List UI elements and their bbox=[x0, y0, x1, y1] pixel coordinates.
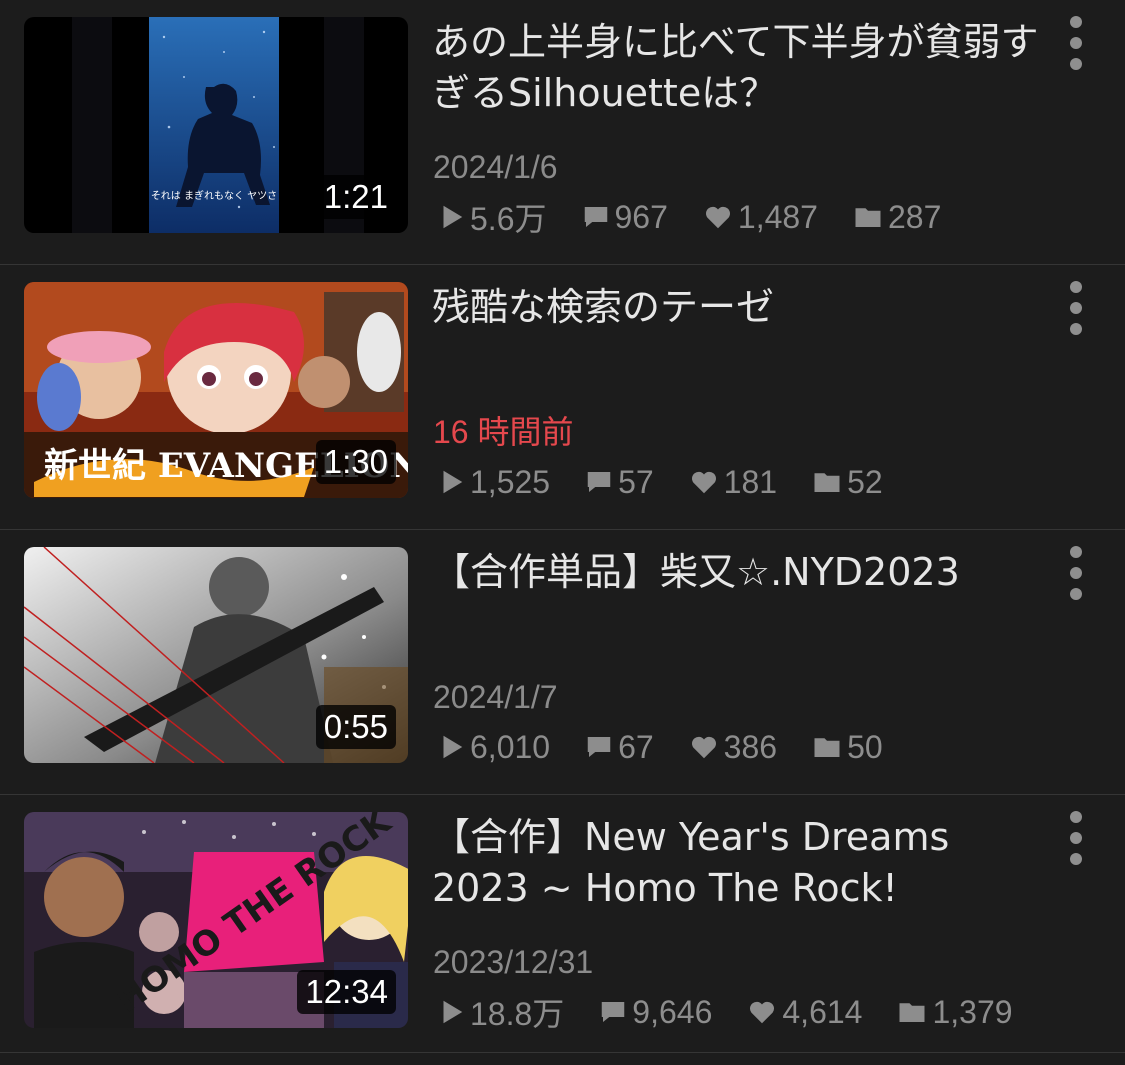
heart-icon bbox=[691, 736, 716, 759]
duration-badge: 1:21 bbox=[315, 175, 396, 219]
folder-icon bbox=[899, 1003, 925, 1022]
upload-date: 2023/12/31 bbox=[433, 944, 594, 980]
folder-icon bbox=[814, 738, 840, 757]
mylist-count-value: 1,379 bbox=[932, 993, 1013, 1030]
video-item[interactable]: 新世紀 EVANGELION 1:30 残酷な検索のテーゼ 16 時間前 1,5… bbox=[0, 265, 1125, 530]
like-count-value: 1,487 bbox=[737, 198, 818, 235]
play-icon bbox=[443, 735, 463, 759]
comment-icon bbox=[587, 737, 611, 757]
view-count: 18.8万 bbox=[436, 989, 564, 1035]
upload-date: 16 時間前 bbox=[433, 414, 574, 450]
view-count-value: 18.8万 bbox=[470, 996, 565, 1032]
more-vert-icon bbox=[1070, 16, 1082, 28]
mylist-count: 287 bbox=[852, 199, 941, 236]
comment-count: 9,646 bbox=[598, 994, 712, 1031]
video-thumbnail[interactable]: 0:55 bbox=[24, 547, 408, 763]
comment-count-value: 9,646 bbox=[632, 993, 713, 1030]
video-title[interactable]: あの上半身に比べて下半身が貧弱すぎるSilhouetteは？ bbox=[432, 17, 1057, 119]
duration-badge: 0:55 bbox=[315, 705, 396, 749]
heart-icon bbox=[691, 471, 716, 494]
video-stats: 6,010 67 386 50 bbox=[436, 726, 917, 768]
mylist-count: 1,379 bbox=[896, 993, 1013, 1031]
thumbnail-caption: それは まぎれもなく ヤツさ bbox=[151, 189, 277, 202]
heart-icon bbox=[705, 206, 730, 229]
upload-date: 2024/1/7 bbox=[433, 679, 558, 715]
video-title[interactable]: 【合作単品】柴又☆.NYD2023 bbox=[432, 547, 1057, 598]
like-count: 4,614 bbox=[746, 994, 862, 1031]
more-options-button[interactable] bbox=[1061, 546, 1091, 600]
comment-icon bbox=[602, 1002, 625, 1022]
like-count: 386 bbox=[688, 729, 777, 766]
mylist-count-value: 52 bbox=[847, 463, 883, 500]
video-stats: 1,525 57 181 52 bbox=[436, 461, 917, 503]
like-count-value: 386 bbox=[723, 728, 778, 765]
view-count-value: 5.6万 bbox=[470, 201, 547, 237]
comment-count-value: 57 bbox=[618, 463, 654, 500]
play-icon bbox=[443, 470, 463, 494]
video-stats: 5.6万 967 1,487 287 bbox=[436, 196, 975, 238]
video-item[interactable]: それは まぎれもなく ヤツさ 1:21 あの上半身に比べて下半身が貧弱すぎるSi… bbox=[0, 0, 1125, 265]
more-vert-icon bbox=[1070, 811, 1082, 823]
mylist-count-value: 287 bbox=[887, 198, 942, 235]
view-count: 6,010 bbox=[436, 729, 550, 766]
video-title[interactable]: 【合作】New Year's Dreams 2023 ~ Homo The Ro… bbox=[432, 812, 1057, 914]
like-count-value: 181 bbox=[723, 463, 778, 500]
like-count: 181 bbox=[688, 464, 777, 501]
video-stats: 18.8万 9,646 4,614 1,379 bbox=[436, 991, 1047, 1033]
heart-icon bbox=[750, 1001, 775, 1024]
more-vert-icon bbox=[1070, 546, 1082, 558]
more-vert-icon bbox=[1070, 281, 1082, 293]
comment-count: 967 bbox=[581, 199, 668, 236]
like-count: 1,487 bbox=[702, 199, 818, 236]
mylist-count: 50 bbox=[811, 729, 883, 766]
video-list: それは まぎれもなく ヤツさ 1:21 あの上半身に比べて下半身が貧弱すぎるSi… bbox=[0, 0, 1125, 1065]
more-options-button[interactable] bbox=[1061, 811, 1091, 865]
video-thumbnail[interactable]: HOMO THE ROCK 12:34 bbox=[24, 812, 408, 1028]
like-count-value: 4,614 bbox=[782, 993, 863, 1030]
more-options-button[interactable] bbox=[1061, 281, 1091, 335]
video-item[interactable]: 0:55 【合作単品】柴又☆.NYD2023 2024/1/7 6,010 67… bbox=[0, 530, 1125, 795]
comment-count: 67 bbox=[584, 729, 654, 766]
mylist-count-value: 50 bbox=[847, 728, 883, 765]
view-count: 5.6万 bbox=[436, 194, 547, 240]
video-title[interactable]: 残酷な検索のテーゼ bbox=[432, 282, 1057, 333]
comment-icon bbox=[587, 472, 611, 492]
upload-date: 2024/1/6 bbox=[433, 149, 558, 185]
folder-icon bbox=[855, 208, 881, 227]
comment-count-value: 67 bbox=[618, 728, 654, 765]
more-options-button[interactable] bbox=[1061, 16, 1091, 70]
video-item[interactable]: HOMO THE ROCK 12:34 【合作】New Year's Dream… bbox=[0, 795, 1125, 1053]
comment-icon bbox=[584, 207, 607, 227]
view-count: 1,525 bbox=[436, 464, 550, 501]
mylist-count: 52 bbox=[811, 464, 883, 501]
duration-badge: 1:30 bbox=[315, 440, 396, 484]
duration-badge: 12:34 bbox=[297, 970, 396, 1014]
video-thumbnail[interactable]: 新世紀 EVANGELION 1:30 bbox=[24, 282, 408, 498]
play-icon bbox=[443, 205, 463, 229]
folder-icon bbox=[814, 473, 840, 492]
comment-count: 57 bbox=[584, 464, 654, 501]
comment-count-value: 967 bbox=[614, 198, 668, 235]
view-count-value: 1,525 bbox=[470, 463, 551, 500]
view-count-value: 6,010 bbox=[470, 728, 551, 765]
video-thumbnail[interactable]: それは まぎれもなく ヤツさ 1:21 bbox=[24, 17, 408, 233]
play-icon bbox=[443, 1000, 463, 1024]
